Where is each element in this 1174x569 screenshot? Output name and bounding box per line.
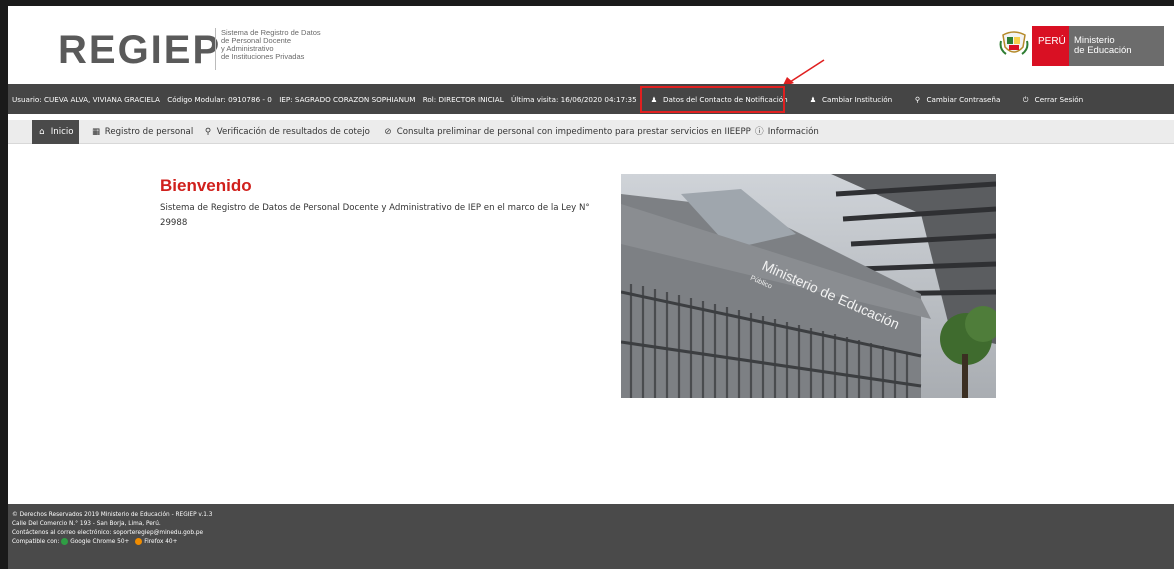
search-icon: ⚲	[204, 127, 212, 137]
logout-link[interactable]: ⏻ Cerrar Sesión	[1022, 95, 1089, 104]
footer-compatibility: Compatible con: Google Chrome 50+ Firefo…	[12, 538, 212, 547]
chrome-icon	[61, 538, 69, 545]
tab-consulta-preliminar[interactable]: ⊘ Consulta preliminar de personal con im…	[378, 120, 757, 144]
modular-code: Código Modular: 0910786 - 0	[167, 95, 272, 104]
ministry-building-photo: Ministerio de Educación Público	[621, 174, 996, 398]
regiep-logo[interactable]: REGIEP	[58, 28, 221, 73]
highlight-box	[640, 86, 785, 113]
compatible-label: Compatible con:	[12, 539, 60, 545]
footer: © Derechos Reservados 2019 Ministerio de…	[8, 504, 1174, 569]
tab-verificacion[interactable]: ⚲ Verificación de resultados de cotejo	[198, 120, 376, 144]
key-icon: ⚲	[914, 95, 921, 104]
footer-address: Calle Del Comercio N.° 193 - San Borja, …	[12, 521, 161, 527]
ministry-line-2: de Educación	[1074, 45, 1132, 56]
user-name: Usuario: CUEVA ALVA, VIVIANA GRACIELA	[12, 95, 160, 104]
main-nav: ⌂ Inicio ▦ Registro de personal ⚲ Verifi…	[8, 120, 1174, 144]
page-frame: REGIEP Sistema de Registro de Datos de P…	[8, 6, 1174, 569]
tab-inicio[interactable]: ⌂ Inicio	[32, 120, 80, 144]
chrome-badge: Google Chrome 50+	[61, 538, 129, 547]
peru-coat-of-arms-icon	[999, 31, 1029, 55]
change-institution-link[interactable]: ♟ Cambiar Institución	[809, 95, 897, 104]
firefox-badge: Firefox 40+	[135, 538, 177, 547]
ministry-brand: Ministerio de Educación	[1069, 26, 1164, 66]
welcome-title: Bienvenido	[160, 176, 252, 195]
users-icon: ♟	[809, 95, 817, 104]
user-info-bar: Usuario: CUEVA ALVA, VIVIANA GRACIELA Có…	[8, 84, 1174, 114]
iep-name: IEP: SAGRADO CORAZON SOPHIANUM	[279, 95, 416, 104]
home-icon: ⌂	[39, 127, 45, 137]
id-card-icon: ▦	[92, 127, 101, 137]
header: REGIEP Sistema de Registro de Datos de P…	[8, 6, 1174, 84]
peru-brand: PERÚ	[1032, 26, 1069, 66]
change-password-link[interactable]: ⚲ Cambiar Contraseña	[913, 95, 1005, 104]
logo-divider	[215, 28, 216, 70]
ban-icon: ⊘	[384, 127, 392, 137]
last-visit: Última visita: 16/06/2020 04:17:35	[511, 95, 637, 104]
info-icon: ⓘ	[755, 127, 764, 137]
user-role: Rol: DIRECTOR INICIAL	[422, 95, 504, 104]
tab-informacion[interactable]: ⓘ Información	[749, 120, 825, 144]
welcome-description: Sistema de Registro de Datos de Personal…	[160, 203, 590, 228]
tagline-line-4: de Instituciones Privadas	[221, 52, 305, 61]
power-icon: ⏻	[1022, 95, 1029, 104]
firefox-icon	[135, 538, 143, 545]
tab-registro-personal[interactable]: ▦ Registro de personal	[86, 120, 199, 144]
logo-tagline: Sistema de Registro de Datos de Personal…	[221, 29, 321, 61]
footer-copyright: © Derechos Reservados 2019 Ministerio de…	[12, 512, 213, 518]
footer-contact: Contáctenos al correo electrónico: sopor…	[12, 530, 204, 536]
